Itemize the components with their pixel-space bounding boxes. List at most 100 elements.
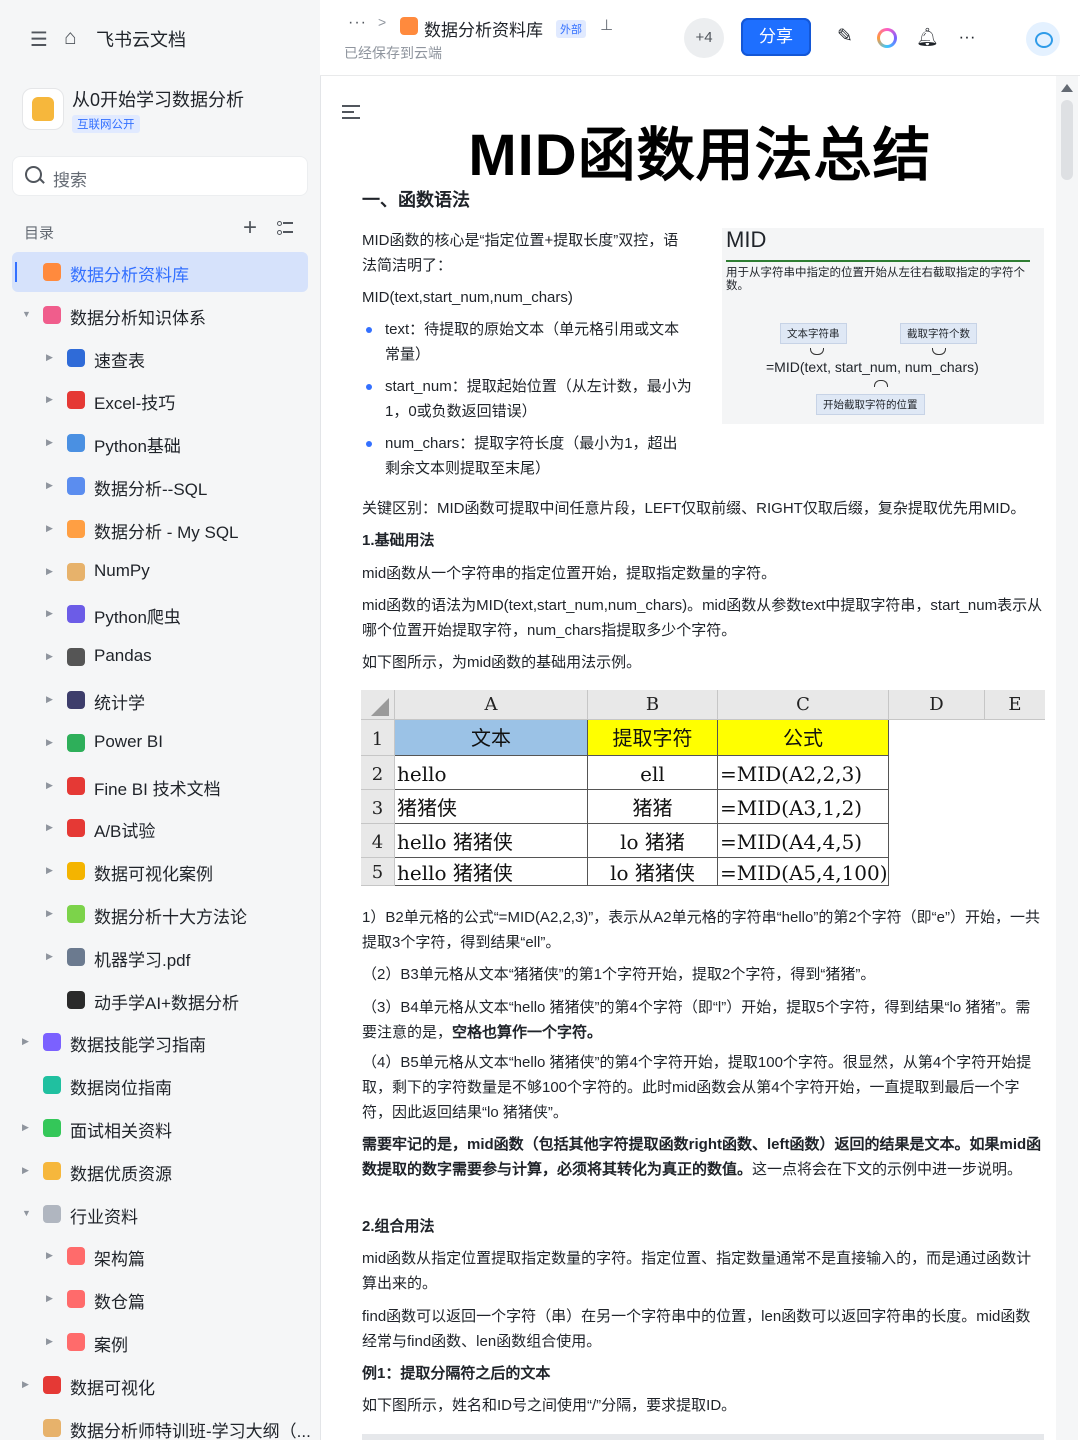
breadcrumb-more-icon[interactable]: ··· — [348, 14, 367, 32]
search-placeholder: 搜索 — [53, 171, 87, 190]
app-name[interactable]: 飞书云文档 — [96, 26, 186, 52]
bell-icon[interactable]: 🔔︎ — [916, 26, 939, 48]
chevron-right-icon[interactable]: ▶ — [46, 780, 53, 791]
search-icon — [25, 166, 42, 183]
sidebar-item[interactable]: ▶ Excel-技巧 — [12, 380, 308, 420]
chevron-right-icon[interactable]: ▶ — [46, 480, 53, 491]
subheading-basic: 1.基础用法 — [362, 532, 435, 549]
tree-options-icon[interactable] — [277, 220, 293, 236]
memo-emoji-icon — [43, 1418, 61, 1437]
sidebar-item[interactable]: ▶ 数据可视化案例 — [12, 851, 308, 891]
chevron-right-icon[interactable]: ▶ — [46, 694, 53, 705]
scrollbar[interactable] — [1056, 76, 1078, 1440]
chevron-right-icon[interactable]: ▶ — [46, 1336, 53, 1347]
workspace-logo-icon — [22, 88, 64, 130]
pin-icon[interactable]: ⊥ — [600, 16, 613, 34]
sidebar-item[interactable]: ▶ 统计学 — [12, 680, 308, 720]
add-page-icon[interactable]: + — [243, 216, 257, 240]
user-avatar[interactable] — [1026, 22, 1060, 56]
sidebar-item[interactable]: ▶ 案例 — [12, 1322, 308, 1362]
sidebar-item-label: 数据分析--SQL — [94, 480, 208, 499]
chevron-right-icon[interactable]: ▶ — [46, 394, 53, 405]
sidebar-item[interactable]: ▶ 速查表 — [12, 338, 308, 378]
chevron-right-icon[interactable]: ▶ — [46, 908, 53, 919]
sidebar-item[interactable]: 数据岗位指南 — [12, 1065, 308, 1105]
breadcrumb-title[interactable]: 数据分析资料库 — [424, 16, 543, 41]
sidebar-item[interactable]: ▶ Python爬虫 — [12, 594, 308, 634]
chevron-right-icon[interactable]: ▶ — [22, 1036, 29, 1047]
chevron-right-icon[interactable]: ▶ — [22, 1122, 29, 1133]
workspace-title[interactable]: 从0开始学习数据分析 — [72, 86, 244, 112]
chevron-down-icon[interactable]: ▼ — [22, 309, 31, 319]
sidebar-item[interactable]: ▶ 数据优质资源 — [12, 1151, 308, 1191]
chevron-right-icon[interactable]: ▶ — [46, 865, 53, 876]
sidebar-item[interactable]: ▶ Python基础 — [12, 423, 308, 463]
sidebar-item[interactable]: ▶ 数据分析 - My SQL — [12, 509, 308, 549]
chevron-down-icon[interactable]: ▼ — [22, 1208, 31, 1218]
sidebar-item-label: 速查表 — [94, 351, 145, 371]
chevron-right-icon[interactable]: ▶ — [46, 1250, 53, 1261]
sidebar-item-label: 数据技能学习指南 — [70, 1036, 206, 1056]
sidebar-item-label: 数仓篇 — [94, 1293, 145, 1313]
traffic-light-emoji-icon — [67, 990, 85, 1009]
sidebar-item[interactable]: ▶ 数据分析十大方法论 — [12, 894, 308, 934]
chevron-right-icon[interactable]: ▶ — [46, 437, 53, 448]
chevron-right-icon[interactable]: ▶ — [46, 651, 53, 662]
sidebar-item[interactable]: ▶ 面试相关资料 — [12, 1108, 308, 1148]
share-button[interactable]: 分享 — [741, 18, 811, 56]
sidebar-item[interactable]: ▼ 数据分析知识体系 — [12, 295, 308, 335]
sidebar-item[interactable]: 动手学AI+数据分析 — [12, 980, 308, 1020]
chevron-right-icon[interactable]: ▶ — [46, 822, 53, 833]
sidebar-item[interactable]: 数据分析师特训班-学习大纲（... — [12, 1408, 311, 1440]
toc-label: 目录 — [24, 225, 55, 242]
chevron-right-icon[interactable]: ▶ — [46, 523, 53, 534]
search-input[interactable]: 搜索 — [12, 156, 308, 196]
collapse-sidebar-icon[interactable]: ☰ — [30, 27, 48, 52]
doc-icon — [43, 1119, 61, 1137]
column-header: C — [718, 690, 889, 720]
chevron-right-icon[interactable]: ▶ — [46, 566, 53, 577]
more-icon[interactable]: ··· — [956, 26, 978, 48]
brace-icon — [874, 380, 888, 387]
sidebar-item[interactable]: ▶ 机器学习.pdf — [12, 937, 308, 977]
sidebar-item[interactable]: ▼ 行业资料 — [12, 1194, 308, 1234]
sidebar-item[interactable]: ▶ A/B试验 — [12, 808, 308, 848]
sidebar-item[interactable]: ▶ 架构篇 — [12, 1236, 308, 1276]
chevron-right-icon[interactable]: ▶ — [46, 737, 53, 748]
sidebar-item[interactable]: ▶ Power BI — [12, 723, 308, 763]
key-difference: 关键区别：MID函数可提取中间任意片段，LEFT仅取前缀、RIGHT仅取后缀，复… — [362, 500, 1026, 517]
home-icon[interactable]: ⌂ — [64, 26, 77, 50]
ai-assistant-icon[interactable] — [877, 28, 897, 48]
collaborators-button[interactable]: +4 — [684, 18, 724, 58]
spider-emoji-icon — [67, 605, 85, 624]
sidebar-item-label: Pandas — [94, 646, 152, 666]
sidebar-item-label: 数据优质资源 — [70, 1164, 172, 1184]
doc-icon — [67, 1247, 85, 1266]
figure-label-start: 开始截取字符的位置 — [816, 394, 925, 415]
bullet-item: num_chars：提取字符长度（最小为1，超出剩余文本则提取至末尾） — [362, 431, 692, 481]
column-header: A — [395, 690, 588, 720]
note-text: 这一点将会在下文的示例中进一步说明。 — [752, 1161, 1023, 1178]
scroll-up-icon[interactable] — [1061, 84, 1073, 92]
chevron-right-icon[interactable]: ▶ — [46, 352, 53, 363]
column-header: B — [588, 690, 718, 720]
sidebar-item[interactable]: 数据分析资料库 — [12, 252, 308, 292]
row-header: 2 — [361, 756, 395, 790]
sidebar-item[interactable]: ▶ 数仓篇 — [12, 1279, 308, 1319]
sheet-cell: ell — [588, 756, 718, 790]
chevron-right-icon[interactable]: ▶ — [46, 1293, 53, 1304]
basic-paragraph: mid函数的语法为MID(text,start_num,num_chars)。m… — [362, 597, 1043, 639]
chevron-right-icon[interactable]: ▶ — [22, 1379, 29, 1390]
sidebar-item[interactable]: ▶ 数据可视化 — [12, 1365, 308, 1405]
sidebar-header: ☰ ⌂ 飞书云文档 — [0, 0, 320, 75]
chevron-right-icon[interactable]: ▶ — [46, 608, 53, 619]
sidebar-item[interactable]: ▶ 数据技能学习指南 — [12, 1022, 308, 1062]
chevron-right-icon[interactable]: ▶ — [46, 951, 53, 962]
thumbs-up-emoji-icon — [43, 1161, 61, 1180]
sidebar-item[interactable]: ▶ NumPy — [12, 552, 308, 592]
sidebar-item[interactable]: ▶ Fine BI 技术文档 — [12, 766, 308, 806]
chevron-right-icon[interactable]: ▶ — [22, 1165, 29, 1176]
edit-pen-icon[interactable]: ✎ — [834, 26, 856, 48]
sidebar-item[interactable]: ▶ Pandas — [12, 637, 308, 677]
sidebar-item[interactable]: ▶ 数据分析--SQL — [12, 466, 308, 506]
